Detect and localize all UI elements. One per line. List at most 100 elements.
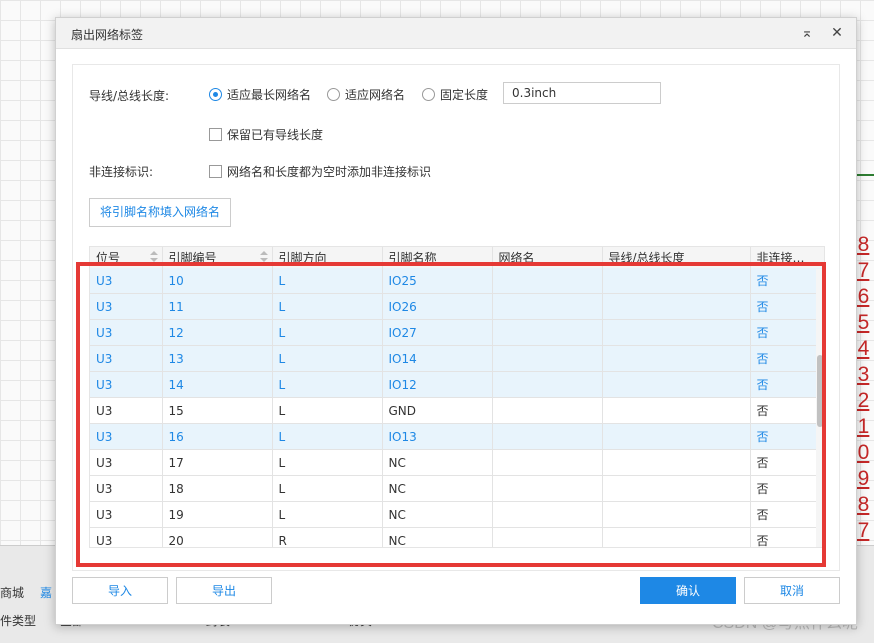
cell-pin-name[interactable]: NC (382, 527, 493, 547)
cell-net-name[interactable] (492, 527, 603, 547)
cell-wire-length[interactable] (602, 527, 751, 547)
cell-wire-length[interactable] (602, 319, 751, 346)
cell-ref[interactable]: U3 (90, 449, 163, 476)
cell-pin-name[interactable]: NC (382, 501, 493, 528)
cell-pin-direction[interactable]: R (272, 527, 383, 547)
cell-noconnect[interactable]: 否 (750, 397, 824, 424)
cell-pin-number[interactable]: 10 (162, 268, 273, 294)
cell-pin-direction[interactable]: L (272, 449, 383, 476)
fill-pin-name-button[interactable]: 将引脚名称填入网络名 (89, 198, 232, 227)
close-icon[interactable]: ✕ (828, 24, 846, 42)
cell-wire-length[interactable] (602, 423, 751, 450)
cell-pin-direction[interactable]: L (272, 371, 383, 398)
cell-pin-number[interactable]: 11 (162, 293, 273, 320)
cell-ref[interactable]: U3 (90, 293, 163, 320)
cell-ref[interactable]: U3 (90, 527, 163, 547)
cell-ref[interactable]: U3 (90, 475, 163, 502)
cell-wire-length[interactable] (602, 345, 751, 372)
radio-fit-net[interactable]: 适应网络名 (327, 86, 405, 103)
radio-fixed-length[interactable]: 固定长度 (422, 86, 488, 103)
keep-wire-length-checkbox[interactable]: 保留已有导线长度 (209, 126, 323, 143)
col-header-ref[interactable]: 位号 (90, 247, 163, 268)
cancel-button[interactable]: 取消 (744, 577, 840, 604)
bottom-tab-mall[interactable]: 商城 (0, 584, 24, 601)
cell-wire-length[interactable] (602, 475, 751, 502)
table-scrollbar[interactable] (816, 269, 824, 547)
cell-noconnect[interactable]: 否 (750, 268, 824, 294)
cell-pin-number[interactable]: 13 (162, 345, 273, 372)
table-row[interactable]: U3 17 L NC 否 (90, 449, 824, 476)
cell-pin-name[interactable]: NC (382, 449, 493, 476)
cell-pin-name[interactable]: IO26 (382, 293, 493, 320)
cell-ref[interactable]: U3 (90, 423, 163, 450)
radio-fit-longest[interactable]: 适应最长网络名 (209, 86, 311, 103)
col-header-pin-direction[interactable]: 引脚方向 (272, 247, 383, 268)
cell-pin-name[interactable]: IO25 (382, 268, 493, 294)
table-row[interactable]: U3 15 L GND 否 (90, 397, 824, 424)
cell-pin-name[interactable]: IO13 (382, 423, 493, 450)
cell-pin-direction[interactable]: L (272, 501, 383, 528)
cell-noconnect[interactable]: 否 (750, 345, 824, 372)
cell-pin-name[interactable]: IO14 (382, 345, 493, 372)
cell-noconnect[interactable]: 否 (750, 293, 824, 320)
table-row[interactable]: U3 10 L IO25 否 (90, 268, 824, 294)
cell-net-name[interactable] (492, 345, 603, 372)
cell-ref[interactable]: U3 (90, 268, 163, 294)
cell-ref[interactable]: U3 (90, 345, 163, 372)
scrollbar-thumb[interactable] (817, 355, 823, 427)
cell-net-name[interactable] (492, 293, 603, 320)
cell-net-name[interactable] (492, 423, 603, 450)
cell-noconnect[interactable]: 否 (750, 475, 824, 502)
cell-wire-length[interactable] (602, 501, 751, 528)
cell-wire-length[interactable] (602, 397, 751, 424)
restore-icon[interactable]: ⌅ (798, 24, 816, 42)
cell-pin-name[interactable]: IO27 (382, 319, 493, 346)
cell-pin-number[interactable]: 18 (162, 475, 273, 502)
cell-wire-length[interactable] (602, 449, 751, 476)
cell-noconnect[interactable]: 否 (750, 423, 824, 450)
cell-pin-direction[interactable]: L (272, 345, 383, 372)
cell-net-name[interactable] (492, 319, 603, 346)
cell-pin-direction[interactable]: L (272, 268, 383, 294)
table-row[interactable]: U3 18 L NC 否 (90, 475, 824, 502)
cell-pin-direction[interactable]: L (272, 423, 383, 450)
cell-wire-length[interactable] (602, 268, 751, 294)
col-header-pin-number[interactable]: 引脚编号 (162, 247, 273, 268)
col-header-wire-length[interactable]: 导线/总线长度 (602, 247, 751, 268)
cell-pin-direction[interactable]: L (272, 319, 383, 346)
cell-pin-number[interactable]: 19 (162, 501, 273, 528)
cell-pin-number[interactable]: 15 (162, 397, 273, 424)
cell-pin-direction[interactable]: L (272, 475, 383, 502)
cell-pin-number[interactable]: 17 (162, 449, 273, 476)
cell-noconnect[interactable]: 否 (750, 319, 824, 346)
cell-ref[interactable]: U3 (90, 397, 163, 424)
table-row[interactable]: U3 19 L NC 否 (90, 501, 824, 528)
cell-net-name[interactable] (492, 501, 603, 528)
cell-pin-number[interactable]: 14 (162, 371, 273, 398)
cell-pin-name[interactable]: NC (382, 475, 493, 502)
cell-ref[interactable]: U3 (90, 501, 163, 528)
cell-net-name[interactable] (492, 371, 603, 398)
table-row[interactable]: U3 16 L IO13 否 (90, 423, 824, 450)
table-row[interactable]: U3 20 R NC 否 (90, 527, 824, 547)
cell-pin-number[interactable]: 20 (162, 527, 273, 547)
dialog-titlebar[interactable]: 扇出网络标签 ⌅ ✕ (56, 18, 856, 49)
export-button[interactable]: 导出 (176, 577, 272, 604)
cell-net-name[interactable] (492, 268, 603, 294)
cell-pin-direction[interactable]: L (272, 293, 383, 320)
cell-noconnect[interactable]: 否 (750, 527, 824, 547)
cell-ref[interactable]: U3 (90, 371, 163, 398)
table-row[interactable]: U3 11 L IO26 否 (90, 293, 824, 320)
col-header-noconnect[interactable]: 非连接… (750, 247, 824, 268)
bottom-tab-active[interactable]: 嘉 (40, 584, 52, 601)
col-header-net-name[interactable]: 网络名 (492, 247, 603, 268)
cell-net-name[interactable] (492, 397, 603, 424)
cell-noconnect[interactable]: 否 (750, 371, 824, 398)
table-row[interactable]: U3 13 L IO14 否 (90, 345, 824, 372)
col-header-pin-name[interactable]: 引脚名称 (382, 247, 493, 268)
add-noconnect-checkbox[interactable]: 网络名和长度都为空时添加非连接标识 (209, 163, 431, 180)
cell-wire-length[interactable] (602, 371, 751, 398)
cell-net-name[interactable] (492, 475, 603, 502)
cell-pin-name[interactable]: GND (382, 397, 493, 424)
cell-ref[interactable]: U3 (90, 319, 163, 346)
